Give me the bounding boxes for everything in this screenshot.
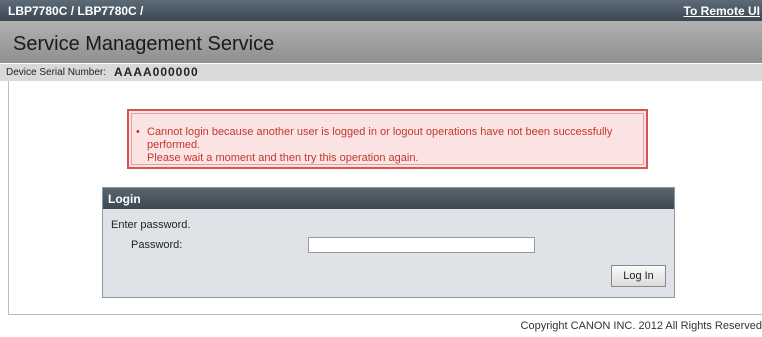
- to-remote-ui-link[interactable]: To Remote UI: [684, 4, 760, 18]
- title-bar: Service Management Service: [0, 21, 762, 63]
- error-inner-border: • Cannot login because another user is l…: [131, 113, 644, 165]
- device-path: LBP7780C / LBP7780C /: [8, 4, 144, 18]
- page-title: Service Management Service: [13, 33, 275, 55]
- password-input[interactable]: [308, 237, 535, 253]
- serial-bar: Device Serial Number: AAAA000000: [0, 64, 762, 81]
- error-message: • Cannot login because another user is l…: [136, 126, 627, 165]
- copyright-footer: Copyright CANON INC. 2012 All Rights Res…: [520, 320, 762, 332]
- error-line-2: Please wait a moment and then try this o…: [147, 152, 419, 164]
- bullet-icon: •: [136, 126, 140, 138]
- login-instruction: Enter password.: [111, 219, 191, 231]
- login-header: Login: [103, 188, 674, 209]
- log-in-button[interactable]: Log In: [611, 265, 666, 287]
- error-message-box: • Cannot login because another user is l…: [127, 109, 648, 169]
- password-label: Password:: [131, 239, 183, 251]
- serial-label: Device Serial Number:: [6, 67, 107, 78]
- top-bar: LBP7780C / LBP7780C / To Remote UI: [0, 0, 762, 21]
- serial-value: AAAA000000: [114, 65, 199, 79]
- login-panel: Login Enter password. Password: Log In: [102, 187, 675, 298]
- login-title: Login: [108, 192, 141, 206]
- error-line-1: Cannot login because another user is log…: [147, 126, 613, 151]
